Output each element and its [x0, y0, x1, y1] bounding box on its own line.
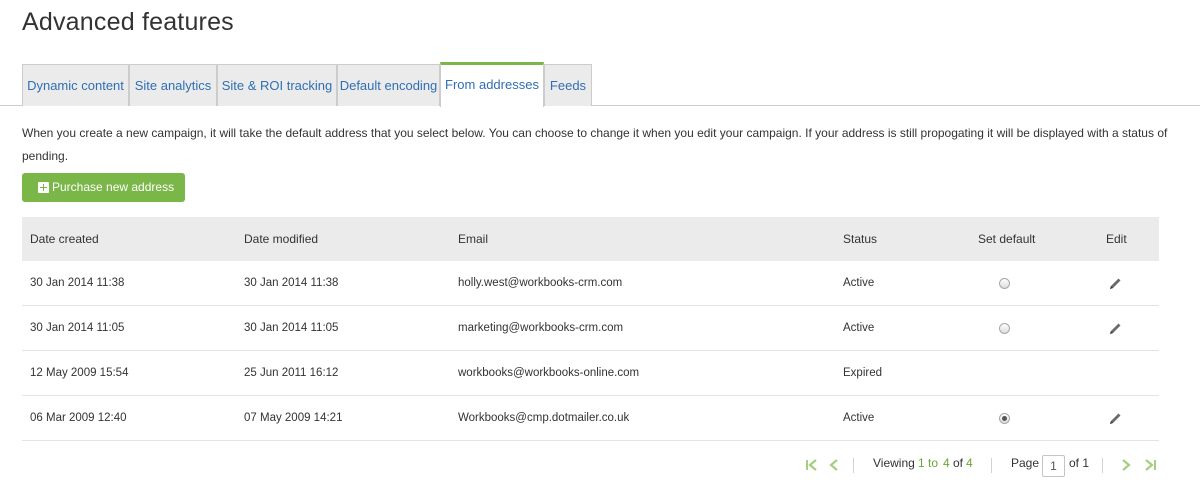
page-title: Advanced features [22, 8, 234, 36]
range-start: 1 [918, 456, 925, 470]
last-page-icon[interactable] [1143, 459, 1157, 471]
cell-date-created: 30 Jan 2014 11:05 [30, 322, 125, 334]
range-end: 4 [943, 456, 950, 470]
range-total: 4 [966, 456, 973, 470]
header-email[interactable]: Email [458, 232, 488, 246]
next-page-icon[interactable] [1119, 459, 1133, 471]
tab-feeds[interactable]: Feeds [544, 64, 592, 106]
intro-text: When you create a new campaign, it will … [22, 126, 1168, 163]
set-default-radio[interactable] [999, 278, 1010, 289]
pencil-icon[interactable] [1107, 321, 1123, 337]
cell-status: Active [843, 322, 875, 334]
range-of: of [953, 456, 964, 470]
cell-date-created: 30 Jan 2014 11:38 [30, 277, 125, 289]
table-header: Date created Date modified Email Status … [22, 217, 1159, 261]
tab-bar: Dynamic content Site analytics Site & RO… [0, 62, 1200, 107]
header-date-modified[interactable]: Date modified [244, 232, 318, 246]
cell-date-modified: 30 Jan 2014 11:05 [244, 322, 339, 334]
cell-date-created: 06 Mar 2009 12:40 [30, 412, 127, 424]
cell-date-modified: 25 Jun 2011 16:12 [244, 367, 339, 379]
cell-status: Active [843, 412, 875, 424]
purchase-new-address-button[interactable]: Purchase new address [22, 173, 185, 202]
pager-divider [991, 458, 992, 473]
header-date-created[interactable]: Date created [30, 232, 99, 246]
cell-status: Active [843, 277, 875, 289]
cell-status: Expired [843, 367, 882, 379]
header-status[interactable]: Status [843, 232, 877, 246]
previous-page-icon[interactable] [827, 459, 841, 471]
header-edit: Edit [1106, 232, 1127, 246]
page-label: Page [1011, 456, 1040, 470]
cell-email: workbooks@workbooks-online.com [458, 367, 640, 379]
table-row: 12 May 2009 15:54 25 Jun 2011 16:12 work… [22, 351, 1159, 396]
tab-site-analytics[interactable]: Site analytics [129, 64, 217, 106]
tab-site-roi-tracking[interactable]: Site & ROI tracking [217, 64, 337, 106]
table-row: 30 Jan 2014 11:05 30 Jan 2014 11:05 mark… [22, 306, 1159, 351]
pager-divider [853, 458, 854, 473]
cell-date-modified: 30 Jan 2014 11:38 [244, 277, 339, 289]
cell-email: Workbooks@cmp.dotmailer.co.uk [458, 412, 630, 424]
table-row: 30 Jan 2014 11:38 30 Jan 2014 11:38 holl… [22, 261, 1159, 306]
cell-date-created: 12 May 2009 15:54 [30, 367, 129, 379]
set-default-radio[interactable] [999, 323, 1010, 334]
page-count: of 1 [1069, 456, 1090, 470]
purchase-button-label: Purchase new address [52, 180, 175, 194]
pencil-icon[interactable] [1107, 276, 1123, 292]
cell-date-modified: 07 May 2009 14:21 [244, 412, 343, 424]
page-number-input[interactable]: 1 [1042, 455, 1065, 477]
cell-email: holly.west@workbooks-crm.com [458, 277, 623, 289]
from-addresses-table: Date created Date modified Email Status … [22, 217, 1159, 441]
tab-from-addresses[interactable]: From addresses [440, 62, 544, 107]
plus-square-icon [38, 182, 49, 193]
pager-divider [1102, 458, 1103, 473]
first-page-icon[interactable] [805, 459, 819, 471]
pencil-icon[interactable] [1107, 411, 1123, 427]
viewing-label: Viewing [873, 456, 915, 470]
tab-dynamic-content[interactable]: Dynamic content [22, 64, 129, 106]
set-default-radio[interactable] [999, 413, 1010, 424]
table-row: 06 Mar 2009 12:40 07 May 2009 14:21 Work… [22, 396, 1159, 441]
cell-email: marketing@workbooks-crm.com [458, 322, 624, 334]
tab-default-encoding[interactable]: Default encoding [337, 64, 440, 106]
pagination: Viewing 1 to 4 of 4 Page 1 of 1 [0, 452, 1200, 480]
range-to: to [928, 456, 939, 470]
header-set-default: Set default [978, 232, 1036, 246]
